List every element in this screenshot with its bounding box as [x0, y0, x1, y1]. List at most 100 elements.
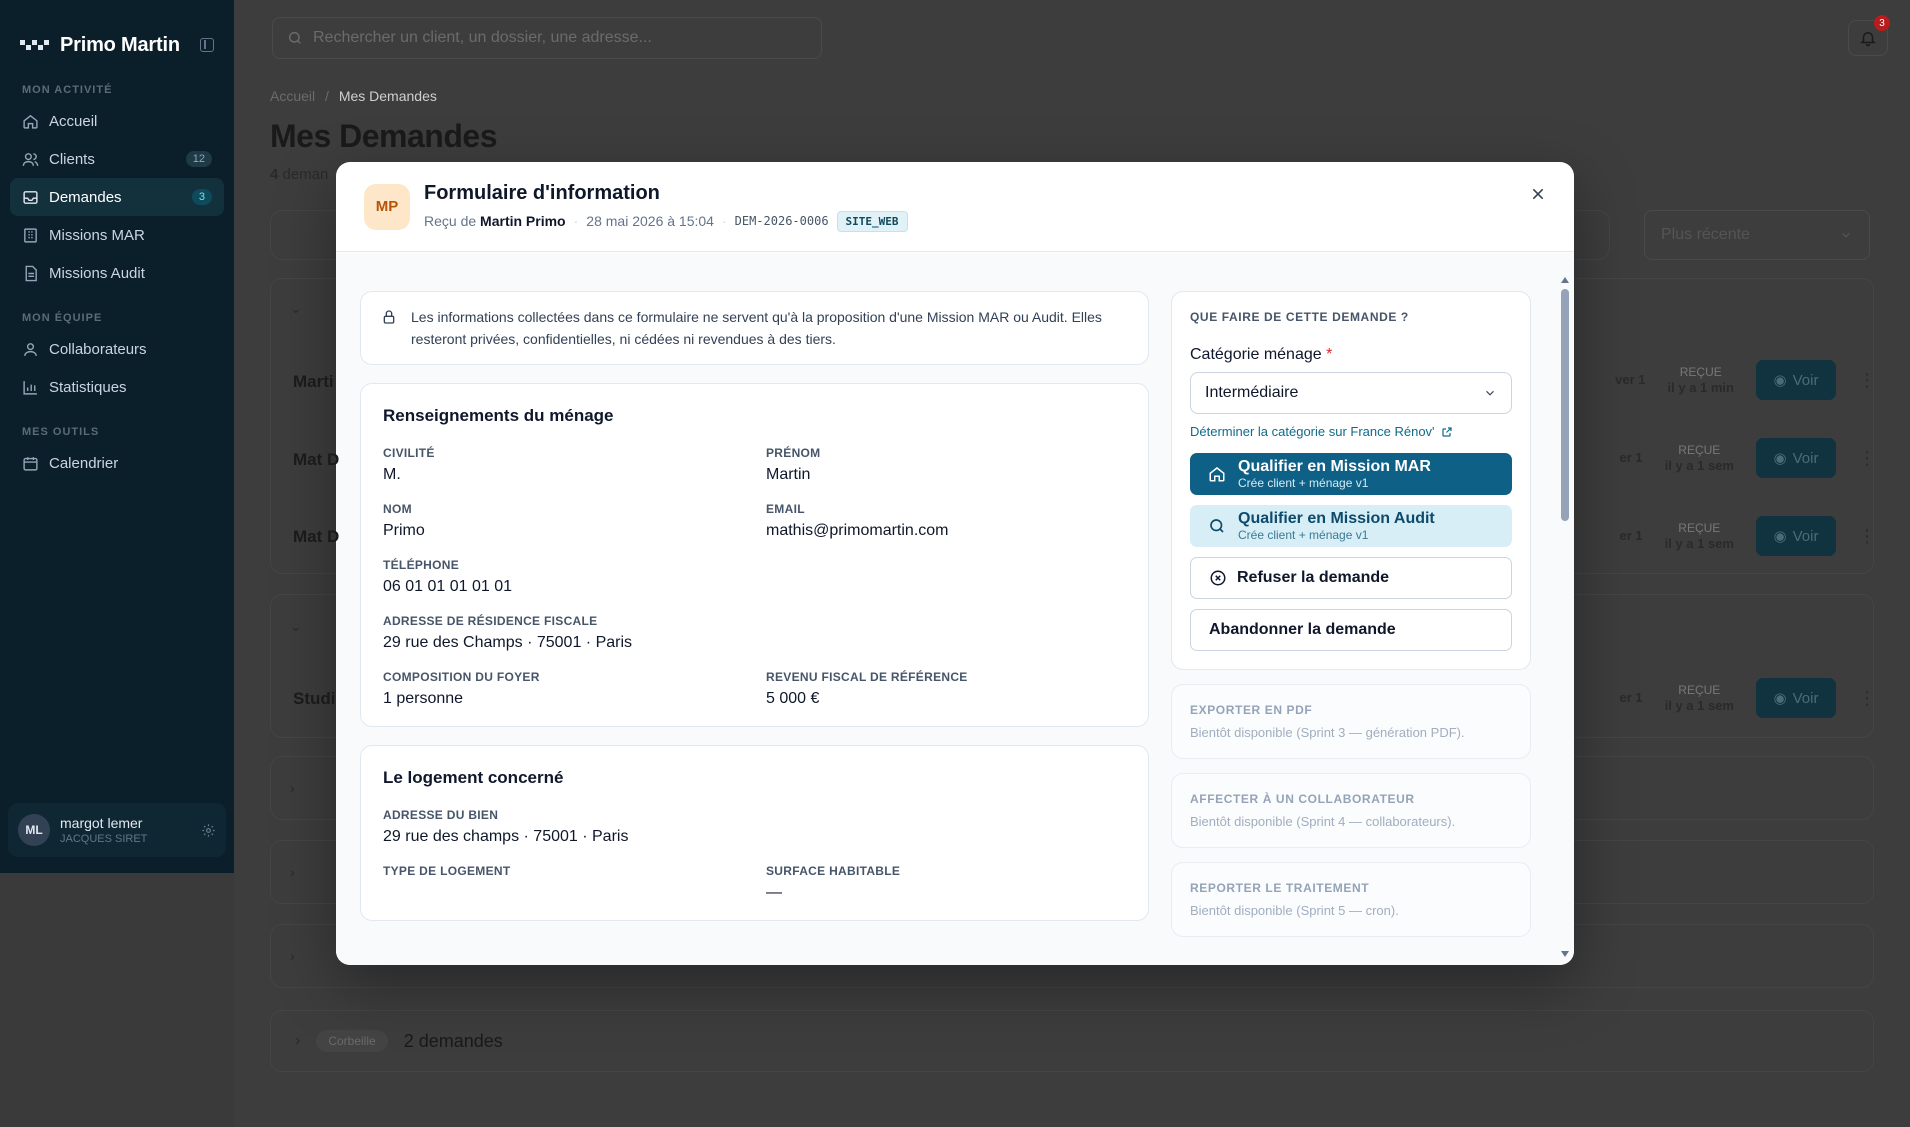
page-title: Mes Demandes	[270, 118, 497, 154]
more-icon[interactable]: ⋮	[1858, 688, 1876, 709]
chevron-right-icon[interactable]: ›	[290, 948, 295, 964]
sidebar-item-label: Demandes	[49, 188, 122, 206]
eye-icon: ◉	[1773, 450, 1787, 467]
abandon-button[interactable]: Abandonner la demande	[1190, 609, 1512, 651]
notifications-button[interactable]: 3	[1848, 15, 1890, 56]
sidebar-item-label: Clients	[49, 150, 95, 168]
sender-name: Martin Primo	[480, 213, 566, 229]
category-value: Intermédiaire	[1205, 384, 1299, 401]
external-link-icon	[1441, 426, 1452, 437]
trash-group[interactable]: › Corbeille 2 demandes	[270, 1010, 1874, 1072]
sidebar-item-statistiques[interactable]: Statistiques	[10, 368, 224, 406]
user-org: JACQUES SIRET	[60, 833, 148, 845]
source-badge: SITE_WEB	[836, 210, 908, 232]
refuse-button[interactable]: Refuser la demande	[1190, 557, 1512, 599]
chevron-down-icon[interactable]: ⌄	[290, 300, 302, 317]
more-icon[interactable]: ⋮	[1858, 526, 1876, 547]
breadcrumb-separator: /	[325, 88, 329, 104]
scroll-down-arrow-icon[interactable]	[1561, 951, 1569, 957]
modal-title: Formulaire d'information	[424, 181, 660, 204]
field-civilite: CIVILITÉ M.	[383, 446, 435, 483]
sidebar-item-missions-audit[interactable]: Missions Audit	[10, 254, 224, 292]
chevron-down-icon	[1842, 232, 1850, 238]
brand[interactable]: Primo Martin	[0, 0, 234, 64]
count-badge: 3	[191, 189, 212, 205]
sidebar-item-clients[interactable]: Clients 12	[10, 140, 224, 178]
modal-scrollbar[interactable]	[1560, 277, 1570, 957]
lock-icon	[383, 310, 395, 324]
table-row[interactable]: er 1 REÇUE il y a 1 sem ◉ Voir ⋮	[1619, 438, 1876, 478]
chevron-right-icon[interactable]: ›	[290, 864, 295, 880]
nav-section-activity: MON ACTIVITÉ	[22, 84, 113, 96]
calendar-icon	[23, 456, 38, 471]
eye-icon: ◉	[1773, 372, 1787, 389]
actions-card: QUE FAIRE DE CETTE DEMANDE ? Catégorie m…	[1171, 291, 1531, 670]
breadcrumb-root[interactable]: Accueil	[270, 88, 315, 104]
trash-tag: Corbeille	[316, 1030, 388, 1052]
view-button[interactable]: ◉ Voir	[1756, 678, 1836, 718]
modal-subtitle: Reçu de Martin Primo · 28 mai 2026 à 15:…	[424, 210, 908, 232]
modal-body[interactable]: Les informations collectées dans ce form…	[336, 253, 1574, 965]
sidebar-item-missions-mar[interactable]: Missions MAR	[10, 216, 224, 254]
sidebar-item-label: Collaborateurs	[49, 340, 147, 358]
trash-count: 2 demandes	[403, 1030, 503, 1051]
upcoming-assign-collaborator: AFFECTER À UN COLLABORATEUR Bientôt disp…	[1171, 773, 1531, 848]
search-icon	[288, 31, 301, 44]
sidebar-item-calendrier[interactable]: Calendrier	[10, 444, 224, 482]
notification-count-badge: 3	[1874, 15, 1890, 31]
row-name: Mat D	[293, 450, 340, 469]
scroll-thumb[interactable]	[1561, 289, 1569, 521]
sidebar-item-collaborateurs[interactable]: Collaborateurs	[10, 330, 224, 368]
chevron-right-icon[interactable]: ›	[290, 780, 295, 796]
table-row[interactable]: ver 1 REÇUE il y a 1 min ◉ Voir ⋮	[1615, 360, 1876, 400]
request-detail-modal: MP Formulaire d'information Reçu de Mart…	[336, 162, 1574, 965]
privacy-notice-text: Les informations collectées dans ce form…	[411, 309, 1102, 347]
close-button[interactable]	[1524, 180, 1552, 208]
qualify-mar-button[interactable]: Qualifier en Mission MAR Crée client + m…	[1190, 453, 1512, 495]
building-icon	[24, 227, 37, 243]
x-circle-icon	[1210, 570, 1226, 586]
table-row[interactable]: er 1 REÇUE il y a 1 sem ◉ Voir ⋮	[1619, 678, 1876, 718]
sidebar-item-label: Missions Audit	[49, 264, 145, 282]
sender-avatar: MP	[364, 183, 410, 230]
field-nom: NOM Primo	[383, 502, 425, 539]
modal-header: MP Formulaire d'information Reçu de Mart…	[336, 162, 1574, 252]
household-title: Renseignements du ménage	[383, 406, 614, 425]
inbox-icon	[23, 190, 38, 204]
view-button[interactable]: ◉ Voir	[1756, 516, 1836, 556]
gear-icon[interactable]	[201, 823, 216, 838]
qualify-audit-button[interactable]: Qualifier en Mission Audit Crée client +…	[1190, 505, 1512, 547]
view-button[interactable]: ◉ Voir	[1756, 360, 1836, 400]
view-button[interactable]: ◉ Voir	[1756, 438, 1836, 478]
sidebar-collapse-icon[interactable]	[200, 38, 214, 52]
page-subtitle: 4 deman	[270, 166, 328, 183]
global-search-input[interactable]: Rechercher un client, un dossier, une ad…	[272, 17, 822, 59]
sidebar-item-label: Calendrier	[49, 454, 119, 472]
received-prefix: Reçu de	[424, 213, 477, 229]
row-meta: er 1	[1619, 528, 1643, 543]
category-select[interactable]: Intermédiaire	[1190, 372, 1512, 414]
nav-section-team: MON ÉQUIPE	[22, 312, 103, 324]
chevron-right-icon: ›	[295, 1032, 301, 1049]
home-icon	[1209, 467, 1225, 482]
separator-dot: ·	[573, 213, 579, 229]
sidebar-item-label: Missions MAR	[49, 226, 145, 244]
sidebar-item-label: Accueil	[49, 112, 98, 130]
row-name: Mat D	[293, 527, 340, 546]
sidebar-item-accueil[interactable]: Accueil	[10, 102, 224, 140]
user-profile[interactable]: ML margot lemer JACQUES SIRET	[8, 803, 226, 857]
sidebar-item-demandes[interactable]: Demandes 3	[10, 178, 224, 216]
field-email: EMAIL mathis@primomartin.com	[766, 502, 949, 539]
field-revenu-fiscal: REVENU FISCAL DE RÉFÉRENCE 5 000 €	[766, 670, 968, 707]
scroll-up-arrow-icon[interactable]	[1561, 277, 1569, 283]
chevron-down-icon[interactable]: ⌄	[290, 618, 302, 635]
table-row[interactable]: er 1 REÇUE il y a 1 sem ◉ Voir ⋮	[1619, 516, 1876, 556]
sort-select[interactable]: Plus récente	[1644, 210, 1870, 260]
more-icon[interactable]: ⋮	[1858, 370, 1876, 391]
france-renov-link[interactable]: Déterminer la catégorie sur France Rénov…	[1190, 424, 1512, 439]
brand-name: Primo Martin	[60, 33, 180, 56]
housing-title: Le logement concerné	[383, 768, 564, 787]
more-icon[interactable]: ⋮	[1858, 448, 1876, 469]
field-telephone: TÉLÉPHONE 06 01 01 01 01 01	[383, 558, 513, 595]
brand-logo-icon	[20, 40, 49, 50]
